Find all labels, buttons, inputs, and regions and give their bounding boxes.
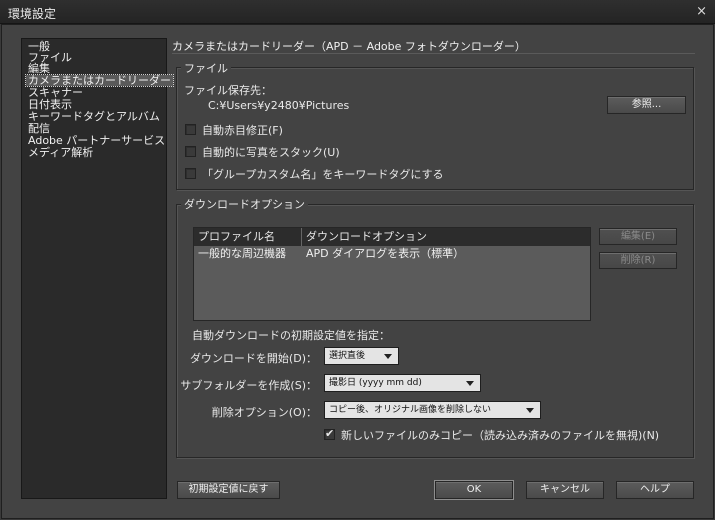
copy-new-only-checkbox[interactable] xyxy=(324,427,335,440)
group-name-keyword-label: 「グループカスタム名」をキーワードタグにする xyxy=(202,168,444,181)
start-download-dropdown[interactable]: 選択直後 xyxy=(324,347,399,365)
copy-new-only-label: 新しいファイルのみコピー（読み込み済みのファイルを無視)(N) xyxy=(341,429,660,442)
table-cell-option[interactable]: APD ダイアログを表示（標準） xyxy=(302,246,464,261)
files-group-label: ファイル xyxy=(181,60,231,76)
subfolder-value: 撮影日 (yyyy mm dd) xyxy=(329,378,422,388)
chevron-down-icon xyxy=(384,354,392,359)
edit-button[interactable]: 編集(E) xyxy=(599,228,677,245)
chevron-down-icon xyxy=(526,408,534,413)
delete-option-dropdown[interactable]: コピー後、オリジナル画像を削除しない xyxy=(324,401,541,419)
table-cell-profile[interactable]: 一般的な周辺機器 xyxy=(194,246,286,261)
cancel-button[interactable]: キャンセル xyxy=(526,481,604,499)
sidebar-item-adobe-partner[interactable]: Adobe パートナーサービス xyxy=(26,135,167,146)
delete-option-label: 削除オプション(O)： xyxy=(211,406,317,419)
sidebar-item-scanner[interactable]: スキャナー xyxy=(26,87,85,98)
sidebar-item-media-analysis[interactable]: メディア解析 xyxy=(26,147,95,158)
profile-table: プロファイル名 ダウンロードオプション 一般的な周辺機器 APD ダイアログを表… xyxy=(193,227,591,321)
save-location-label: ファイル保存先： xyxy=(184,84,272,97)
subfolder-label: サブフォルダーを作成(S)： xyxy=(180,379,317,392)
start-download-label: ダウンロードを開始(D)： xyxy=(189,352,317,365)
title-bar: 環境設定 × xyxy=(0,0,715,24)
chevron-down-icon xyxy=(466,381,474,386)
save-path-value: C:¥Users¥y2480¥Pictures xyxy=(208,99,350,112)
auto-download-defaults-label: 自動ダウンロードの初期設定値を指定： xyxy=(192,329,390,342)
close-icon[interactable]: × xyxy=(696,4,707,19)
sidebar-item-edit[interactable]: 編集 xyxy=(26,63,52,74)
group-name-keyword-checkbox[interactable] xyxy=(185,168,196,179)
delete-button[interactable]: 削除(R) xyxy=(599,252,677,269)
auto-redeye-label: 自動赤目修正(F) xyxy=(202,124,283,137)
subfolder-dropdown[interactable]: 撮影日 (yyyy mm dd) xyxy=(324,374,481,392)
auto-redeye-checkbox[interactable] xyxy=(185,124,196,135)
sidebar-item-sharing[interactable]: 配信 xyxy=(26,123,52,134)
sidebar-item-date-view[interactable]: 日付表示 xyxy=(26,99,74,110)
browse-button[interactable]: 参照... xyxy=(607,96,686,114)
download-options-label: ダウンロードオプション xyxy=(181,196,308,212)
ok-button[interactable]: OK xyxy=(434,480,514,500)
auto-stack-label: 自動的に写真をスタック(U) xyxy=(202,146,340,159)
help-button[interactable]: ヘルプ xyxy=(616,481,694,499)
sidebar-item-keyword-tags[interactable]: キーワードタグとアルバム xyxy=(26,111,162,122)
table-header-download-option[interactable]: ダウンロードオプション xyxy=(302,228,590,246)
window-title: 環境設定 xyxy=(8,7,57,21)
reset-defaults-button[interactable]: 初期設定値に戻す xyxy=(177,481,280,499)
delete-option-value: コピー後、オリジナル画像を削除しない xyxy=(329,405,492,415)
category-list: 一般 ファイル 編集 カメラまたはカードリーダー スキャナー 日付表示 キーワー… xyxy=(21,38,174,499)
start-download-value: 選択直後 xyxy=(329,351,366,361)
page-title: カメラまたはカードリーダー（APD － Adobe フォトダウンローダー） xyxy=(172,40,526,53)
auto-stack-checkbox[interactable] xyxy=(185,146,196,157)
table-header-profile[interactable]: プロファイル名 xyxy=(194,228,302,246)
title-divider xyxy=(172,53,695,54)
sidebar-item-camera[interactable]: カメラまたはカードリーダー xyxy=(25,74,174,87)
